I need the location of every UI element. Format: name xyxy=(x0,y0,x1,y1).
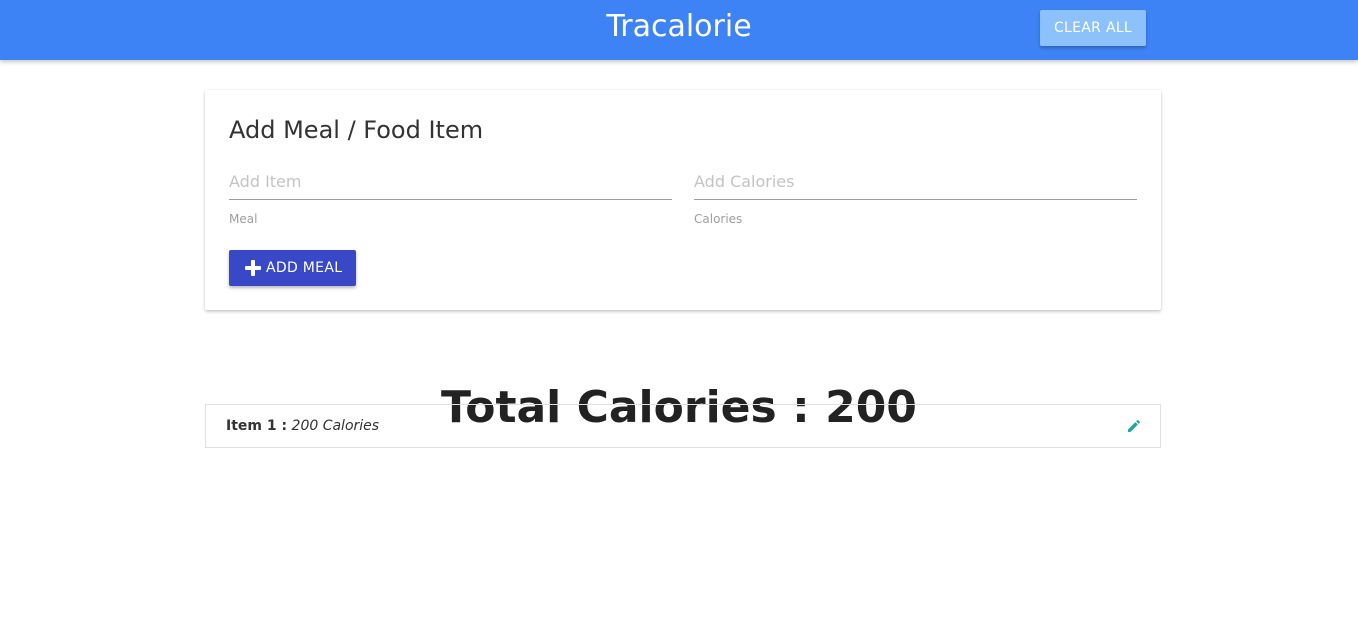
card-title: Add Meal / Food Item xyxy=(229,116,484,144)
brand-logo[interactable]: Tracalorie xyxy=(0,9,1358,45)
item-name-field-wrapper xyxy=(229,164,672,200)
add-meal-button-label: ADD MEAL xyxy=(266,260,343,276)
plus-icon xyxy=(245,260,261,276)
item-calories: 200 Calories xyxy=(291,418,380,434)
item-name: Item 1 : xyxy=(226,418,288,434)
item-list: Item 1 : 200 Calories xyxy=(205,404,1161,448)
pencil-icon[interactable] xyxy=(1126,418,1142,434)
add-meal-card: Add Meal / Food Item Meal Calories ADD M… xyxy=(205,90,1161,310)
calories-input[interactable] xyxy=(694,164,1137,198)
list-item: Item 1 : 200 Calories xyxy=(206,405,1160,447)
item-name-label: Meal xyxy=(229,212,258,226)
clear-all-button[interactable]: CLEAR ALL xyxy=(1040,10,1146,46)
item-name-input[interactable] xyxy=(229,164,672,198)
calories-label: Calories xyxy=(694,212,743,226)
calories-field-wrapper xyxy=(694,164,1137,200)
add-meal-button[interactable]: ADD MEAL xyxy=(229,250,356,286)
navbar: Tracalorie CLEAR ALL xyxy=(0,0,1358,60)
